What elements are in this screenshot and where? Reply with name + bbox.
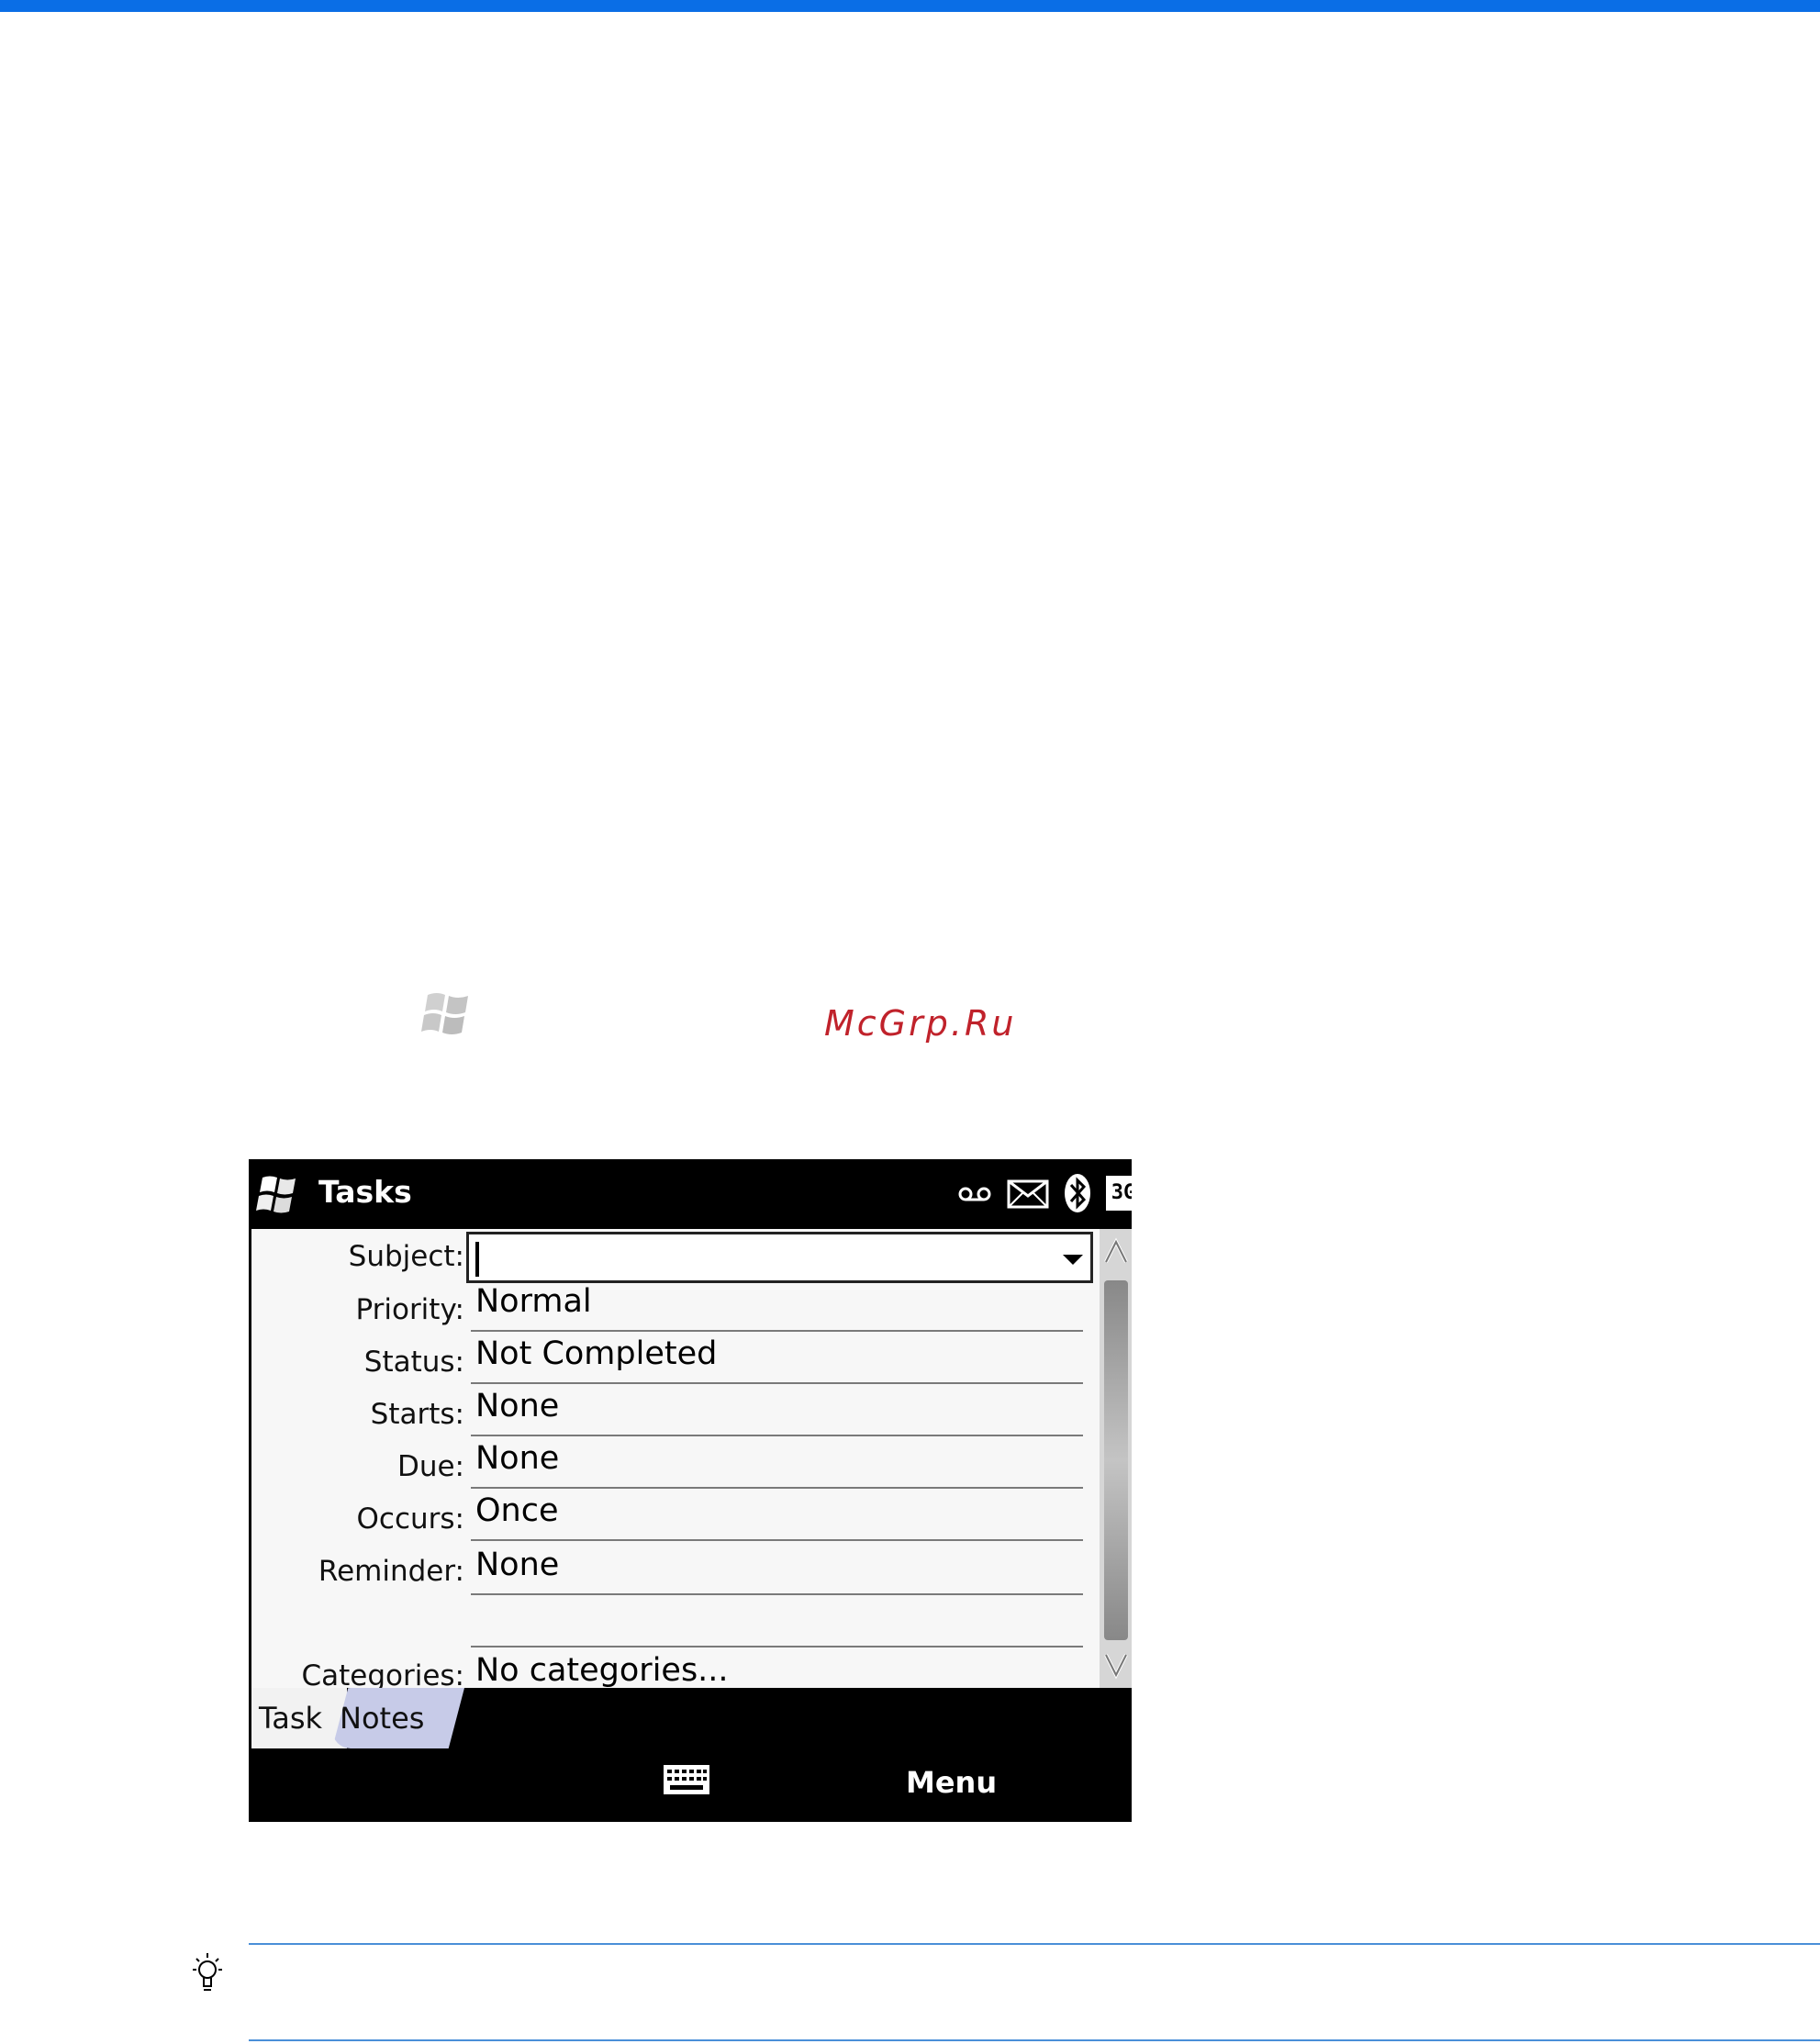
status-field[interactable]: Not Completed: [471, 1333, 1083, 1384]
menu-softkey[interactable]: Menu: [906, 1765, 997, 1800]
watermark-text: McGrp.Ru: [824, 1003, 1017, 1044]
tip-bottom-rule: [249, 2039, 1820, 2041]
priority-label: Priority:: [355, 1293, 464, 1326]
device-screen: Tasks 3G Subject: Priority: Normal Statu…: [249, 1159, 1132, 1822]
windows-logo-icon: [421, 993, 468, 1034]
occurs-label: Occurs:: [356, 1502, 464, 1536]
title-bar: Tasks 3G: [249, 1159, 1132, 1229]
due-label: Due:: [396, 1450, 464, 1483]
tab-notes[interactable]: Notes: [332, 1688, 464, 1748]
tab-task[interactable]: Task: [251, 1688, 347, 1748]
network-3g-icon[interactable]: 3G: [1106, 1176, 1132, 1211]
tip-top-rule: [249, 1943, 1820, 1945]
bluetooth-icon[interactable]: [1063, 1172, 1092, 1214]
keyboard-icon[interactable]: [663, 1764, 710, 1795]
voicemail-icon[interactable]: [957, 1183, 992, 1205]
empty-field[interactable]: [471, 1596, 1083, 1647]
start-menu-icon[interactable]: [254, 1172, 300, 1216]
reminder-field[interactable]: None: [471, 1544, 1083, 1595]
text-cursor: [475, 1242, 479, 1277]
starts-field[interactable]: None: [471, 1385, 1083, 1436]
mail-icon[interactable]: [1007, 1179, 1049, 1209]
header-rule: [0, 0, 1820, 12]
scroll-down-icon[interactable]: [1103, 1649, 1129, 1681]
softkey-bar: Menu: [249, 1748, 1132, 1822]
due-field[interactable]: None: [471, 1437, 1083, 1489]
tab-strip: Task Notes: [249, 1688, 1132, 1748]
scroll-up-icon[interactable]: [1103, 1236, 1129, 1268]
occurs-field[interactable]: Once: [471, 1490, 1083, 1541]
priority-field[interactable]: Normal: [471, 1280, 1083, 1332]
reminder-label: Reminder:: [318, 1555, 464, 1588]
task-form: Subject: Priority: Normal Status: Not Co…: [251, 1229, 1100, 1692]
scroll-thumb[interactable]: [1104, 1280, 1128, 1640]
dropdown-arrow-icon[interactable]: [1063, 1255, 1083, 1265]
vertical-scrollbar[interactable]: [1100, 1229, 1132, 1688]
status-label: Status:: [363, 1346, 464, 1379]
starts-label: Starts:: [370, 1398, 464, 1431]
subject-input[interactable]: [466, 1232, 1093, 1283]
lightbulb-tip-icon: [193, 1953, 222, 1991]
app-title: Tasks: [318, 1174, 412, 1210]
subject-label: Subject:: [348, 1240, 464, 1273]
